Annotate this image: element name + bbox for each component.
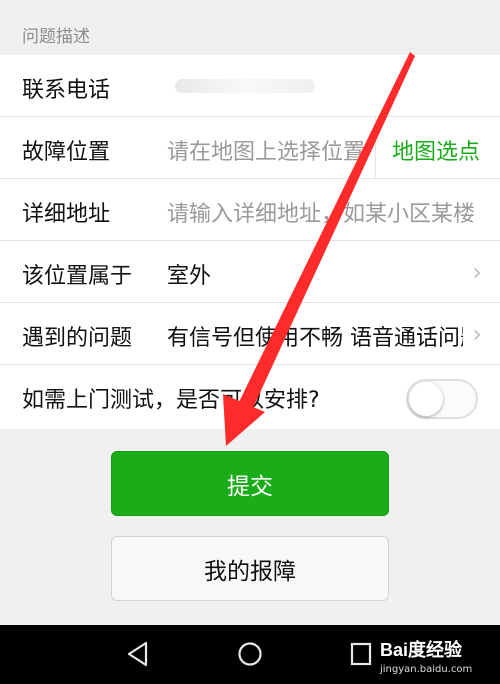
row-problem[interactable]: 遇到的问题 有信号但使用不畅 语音通话问题 ›: [0, 303, 500, 365]
location-input[interactable]: 请在地图上选择位置: [167, 134, 372, 166]
back-icon[interactable]: [126, 641, 150, 667]
watermark-url: jingyan.baidu.com: [380, 664, 473, 675]
address-label: 详细地址: [22, 202, 111, 227]
visit-label: 如需上门测试，是否可以安排?: [22, 388, 320, 413]
row-location: 故障位置 请在地图上选择位置 地图选点: [0, 117, 500, 179]
address-input[interactable]: 请输入详细地址，如某小区某楼: [167, 196, 500, 228]
chevron-right-icon: ›: [472, 258, 482, 286]
baidu-watermark: Bai度经验 jingyan.baidu.com: [380, 636, 472, 675]
problem-label: 遇到的问题: [22, 326, 133, 351]
row-belongs[interactable]: 该位置属于 室外 ›: [0, 241, 500, 303]
watermark-brand: Bai度经验: [380, 640, 463, 660]
belongs-value: 室外: [167, 264, 212, 289]
vertical-divider: [375, 117, 376, 179]
toggle-knob: [409, 382, 443, 416]
report-form: 联系电话 故障位置 请在地图上选择位置 地图选点 详细地址 请输入详细地址，如某…: [0, 55, 500, 429]
problem-value: 有信号但使用不畅 语音通话问题: [167, 326, 463, 351]
location-label: 故障位置: [22, 140, 111, 165]
phone-value-blurred: [175, 79, 315, 93]
chevron-right-icon: ›: [472, 320, 482, 348]
row-phone[interactable]: 联系电话: [0, 55, 500, 117]
section-title: 问题描述: [22, 27, 90, 47]
row-visit: 如需上门测试，是否可以安排?: [0, 365, 500, 427]
home-icon[interactable]: [237, 641, 263, 667]
submit-button[interactable]: 提交: [111, 451, 389, 516]
belongs-label: 该位置属于: [22, 264, 133, 289]
recents-icon[interactable]: [349, 641, 373, 667]
visit-toggle[interactable]: [406, 379, 478, 419]
row-address: 详细地址 请输入详细地址，如某小区某楼: [0, 179, 500, 241]
map-pick-button[interactable]: 地图选点: [392, 134, 480, 166]
my-reports-button[interactable]: 我的报障: [111, 536, 389, 601]
section-header: 问题描述: [0, 0, 500, 55]
phone-label: 联系电话: [22, 78, 111, 103]
